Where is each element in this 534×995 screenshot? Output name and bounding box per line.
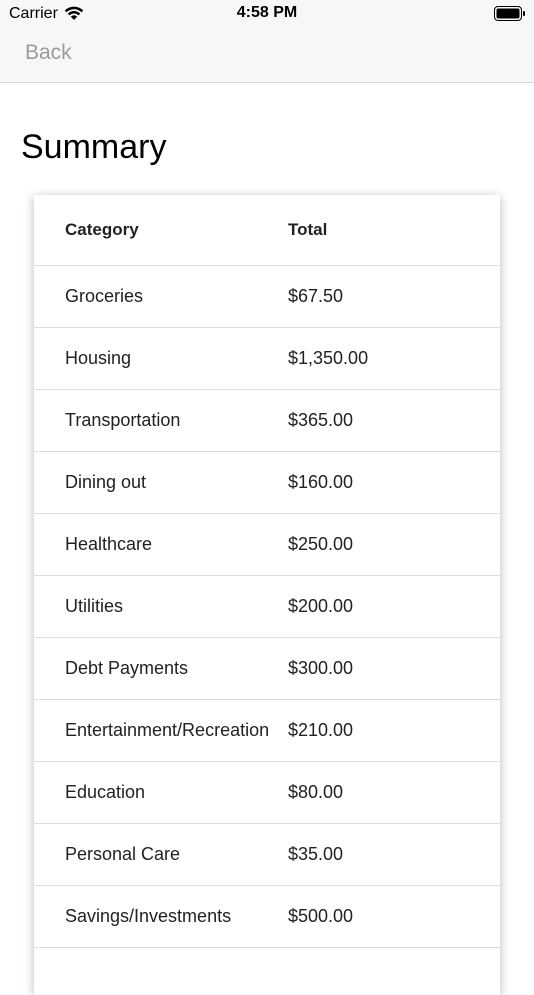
row-category: Groceries: [65, 286, 144, 306]
row-category: Debt Payments: [65, 658, 189, 678]
back-button[interactable]: Back: [25, 41, 72, 65]
row-category: Entertainment/Recreation: [65, 720, 268, 740]
table-row: Personal Care $35.00: [34, 824, 500, 886]
summary-table: Category Total Groceries $67.50 Housing …: [34, 195, 500, 995]
row-total: $160.00: [288, 472, 354, 492]
row-category: Housing: [65, 348, 132, 368]
row-total: $35.00: [288, 844, 344, 864]
table-row: Housing $1,350.00: [34, 328, 500, 390]
row-category: Education: [65, 782, 146, 802]
table-row: Groceries $67.50: [34, 266, 500, 328]
table-row: Dining out $160.00: [34, 452, 500, 514]
row-category: Utilities: [65, 596, 124, 616]
row-category: Dining out: [65, 472, 147, 492]
row-total: $200.00: [288, 596, 354, 616]
page-title: Summary: [21, 128, 167, 166]
table-row: Utilities $200.00: [34, 576, 500, 638]
row-total: $80.00: [288, 782, 344, 802]
table-row: Transportation $365.00: [34, 390, 500, 452]
row-total: $365.00: [288, 410, 354, 430]
table-row: Healthcare $250.00: [34, 514, 500, 576]
row-category: Savings/Investments: [65, 906, 232, 926]
row-category: Personal Care: [65, 844, 181, 864]
column-header-category: Category: [65, 220, 139, 239]
navigation-bar: Back: [0, 28, 534, 83]
table-row: Debt Payments $300.00: [34, 638, 500, 700]
table-row: Education $80.00: [34, 762, 500, 824]
column-header-total: Total: [288, 220, 328, 239]
row-total: $210.00: [288, 720, 354, 740]
row-total: $1,350.00: [288, 348, 369, 368]
table-row: Entertainment/Recreation $210.00: [34, 700, 500, 762]
clock: 4:58 PM: [236, 4, 298, 21]
table-header: Category Total: [34, 195, 500, 266]
row-total: $250.00: [288, 534, 354, 554]
battery-icon: [494, 6, 525, 21]
row-total: $500.00: [288, 906, 354, 926]
status-bar: Carrier 4:58 PM: [0, 0, 534, 28]
row-category: Transportation: [65, 410, 181, 430]
row-category: Healthcare: [65, 534, 153, 554]
table-row: Savings/Investments $500.00: [34, 886, 500, 948]
row-total: $67.50: [288, 286, 344, 306]
row-total: $300.00: [288, 658, 354, 678]
